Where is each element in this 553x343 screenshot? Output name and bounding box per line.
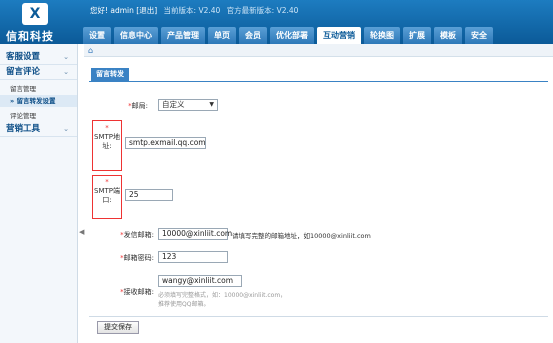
smtp-address-field[interactable]: smtp.exmail.qq.com: [125, 137, 206, 149]
smtp-port-label: * SMTP端口:: [94, 178, 120, 204]
password-field[interactable]: 123: [158, 251, 228, 263]
current-version: 当前版本: V2.40: [163, 6, 221, 15]
breadcrumb: ⌂: [84, 44, 553, 57]
logo: X 信和科技: [0, 0, 80, 44]
tab-slider[interactable]: 轮换图: [364, 27, 400, 44]
sender-label: *发信邮箱:: [120, 231, 154, 239]
sidebar-group-label: 客服设置: [6, 52, 41, 62]
tab-marketing[interactable]: 互动营销: [317, 27, 361, 44]
mailbox-select[interactable]: 自定义 ▼: [158, 99, 218, 111]
smtp-address-label: * SMTP地址:: [94, 124, 120, 150]
sidebar: 客服设置 ⌄ 留言评论 ⌄ 留言管理 » 留言转发设置 评论管理 营销工具 ⌄: [0, 44, 78, 343]
tab-info-center[interactable]: 信息中心: [114, 27, 158, 44]
chevron-down-icon: ⌄: [63, 125, 69, 133]
top-info: 您好! admin [退出] 当前版本: V2.40 官方最新版本: V2.40: [90, 5, 298, 16]
tab-extensions[interactable]: 扩展: [403, 27, 431, 44]
tab-settings[interactable]: 设置: [83, 27, 111, 44]
chevron-down-icon: ⌄: [63, 68, 69, 76]
tab-templates[interactable]: 模板: [434, 27, 462, 44]
tab-single-page[interactable]: 单页: [208, 27, 236, 44]
chevron-down-icon: ⌄: [63, 53, 69, 61]
home-icon[interactable]: ⌂: [88, 46, 93, 55]
panel-tab-message-forward[interactable]: 留言转发: [91, 68, 129, 81]
sender-hint: 请填写完整的邮箱地址，如10000@xinliit.com: [232, 232, 371, 240]
main-nav: 设置 信息中心 产品管理 单页 会员 优化部署 互动营销 轮换图 扩展 模板 安…: [83, 27, 493, 44]
content-area: ⌂ 留言转发 *邮局: 自定义 ▼ * SMTP地址: smtp.exmail.q…: [84, 44, 553, 343]
receiver-label: *接收邮箱:: [120, 288, 154, 296]
tab-divider: [89, 81, 548, 82]
logout-link[interactable]: [退出]: [136, 6, 157, 15]
sidebar-item-message-forward[interactable]: » 留言转发设置: [0, 95, 77, 107]
receiver-hint-line2: 推荐使用QQ邮箱。: [158, 301, 210, 308]
receiver-hint-line1: 必须填写完整格式，如：10000@xinliit.com，: [158, 292, 287, 299]
greeting: 您好! admin: [90, 6, 134, 15]
receiver-email-field[interactable]: wangy@xinliit.com: [158, 275, 242, 287]
mailbox-label: *邮局:: [128, 102, 148, 110]
tab-members[interactable]: 会员: [239, 27, 267, 44]
tab-security[interactable]: 安全: [465, 27, 493, 44]
sidebar-item-comment-manage[interactable]: 评论管理: [0, 110, 77, 122]
submit-save-button[interactable]: 提交保存: [97, 321, 139, 334]
tab-seo[interactable]: 优化部署: [270, 27, 314, 44]
header: X 信和科技 您好! admin [退出] 当前版本: V2.40 官方最新版本…: [0, 0, 553, 44]
logo-mark: X: [22, 3, 48, 25]
sidebar-item-message-manage[interactable]: 留言管理: [0, 83, 77, 95]
latest-version: 官方最新版本: V2.40: [226, 6, 299, 15]
logo-text: 信和科技: [6, 30, 54, 43]
sidebar-group-label: 留言评论: [6, 67, 41, 77]
form-footer-divider: [89, 316, 548, 317]
smtp-port-field[interactable]: 25: [125, 189, 173, 201]
sidebar-group-comments[interactable]: 留言评论 ⌄: [0, 65, 77, 80]
sender-email-field[interactable]: 10000@xinliit.com: [158, 228, 232, 240]
dropdown-arrow-icon: ▼: [209, 101, 214, 108]
password-label: *邮箱密码:: [120, 254, 154, 262]
sidebar-group-marketing-tools[interactable]: 营销工具 ⌄: [0, 122, 77, 137]
sidebar-group-label: 营销工具: [6, 124, 41, 134]
sidebar-group-customer-service[interactable]: 客服设置 ⌄: [0, 50, 77, 65]
tab-products[interactable]: 产品管理: [161, 27, 205, 44]
